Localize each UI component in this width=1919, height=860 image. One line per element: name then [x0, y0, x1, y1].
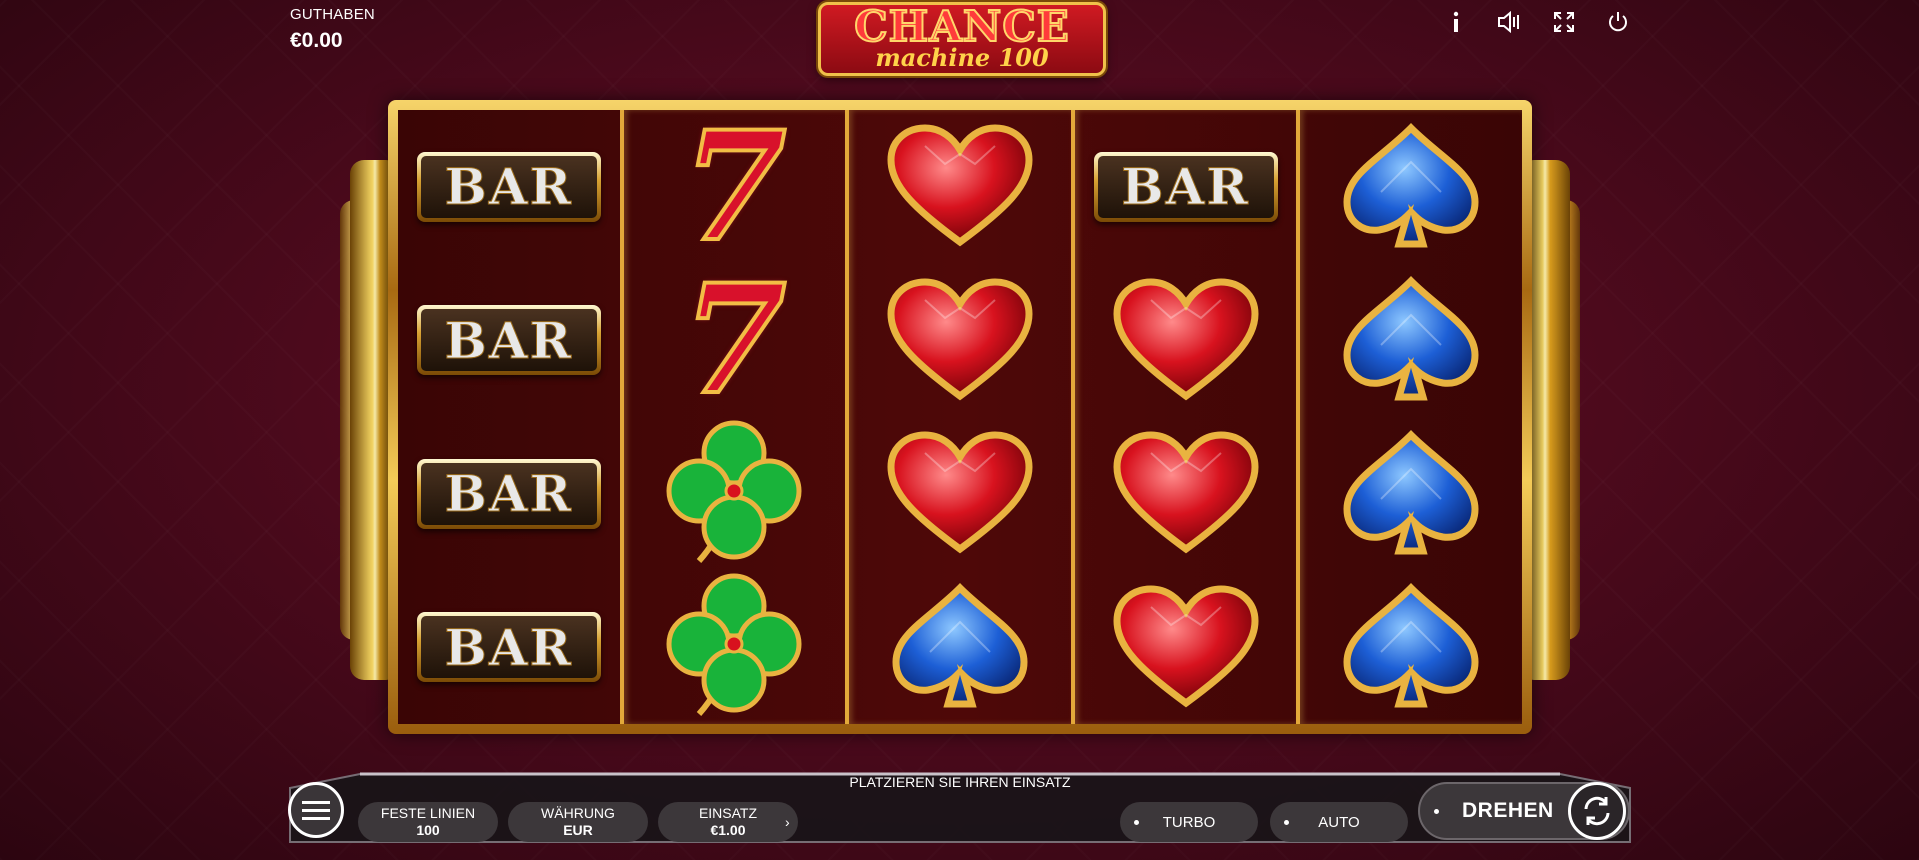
spin-label: DREHEN: [1462, 799, 1554, 822]
currency-panel[interactable]: WÄHRUNG EUR: [508, 802, 648, 842]
reels-area: BAR BAR BAR BAR 7 7 BAR: [398, 110, 1522, 724]
top-toolbar: [1440, 6, 1634, 38]
reel-cell: [1300, 110, 1522, 264]
seven-symbol: 7: [680, 98, 788, 275]
reel-2: 77: [619, 110, 846, 725]
reel-cell: [624, 417, 846, 571]
spade-symbol: [890, 582, 1030, 712]
reel-cell: [1300, 571, 1522, 725]
game-logo: CHANCE machine 100: [818, 2, 1106, 76]
spin-indicator-dot: [1434, 809, 1439, 814]
reel-cell: [849, 417, 1071, 571]
bet-label: EINSATZ: [698, 805, 758, 821]
menu-icon: [302, 801, 330, 820]
fullscreen-icon[interactable]: [1548, 6, 1580, 38]
reel-4: BAR: [1070, 110, 1297, 725]
spin-button[interactable]: DREHEN: [1418, 782, 1630, 840]
reel-cell: BAR: [398, 417, 620, 571]
balance-display: GUTHABEN €0.00: [290, 6, 375, 53]
heart-symbol: [1111, 431, 1261, 556]
bet-value: €1.00: [710, 822, 746, 838]
heart-symbol: [885, 278, 1035, 403]
seven-symbol: 7: [680, 252, 788, 429]
spade-symbol: [1341, 582, 1481, 712]
reel-cell: BAR: [1075, 110, 1297, 264]
logo-title: CHANCE: [853, 2, 1070, 51]
lines-value: 100: [416, 822, 440, 838]
auto-label: AUTO: [1318, 813, 1360, 831]
clover-symbol: [659, 572, 809, 722]
heart-symbol: [1111, 585, 1261, 710]
control-bar: PLATZIEREN SIE IHREN EINSATZ FESTE LINIE…: [280, 770, 1640, 846]
sound-icon[interactable]: [1494, 6, 1526, 38]
reel-cell: BAR: [398, 571, 620, 725]
info-icon[interactable]: [1440, 6, 1472, 38]
lines-panel[interactable]: FESTE LINIEN 100: [358, 802, 498, 842]
reel-cell: BAR: [398, 110, 620, 264]
heart-symbol: [1111, 278, 1261, 403]
bet-panel[interactable]: EINSATZ €1.00: [658, 802, 798, 842]
bar-symbol: BAR: [416, 305, 601, 376]
reel-cell: [849, 110, 1071, 264]
currency-value: EUR: [563, 822, 593, 838]
spade-symbol: [1341, 275, 1481, 405]
heart-symbol: [885, 431, 1035, 556]
turbo-indicator-dot: [1134, 819, 1139, 825]
lines-label: FESTE LINIEN: [380, 805, 476, 821]
balance-value: €0.00: [290, 29, 343, 52]
reel-cell: 7: [624, 252, 846, 429]
power-icon[interactable]: [1602, 6, 1634, 38]
reel-1: BAR BAR BAR BAR: [398, 110, 620, 724]
turbo-label: TURBO: [1162, 813, 1216, 831]
heart-symbol: [885, 124, 1035, 249]
reel-5: [1296, 110, 1522, 724]
spin-circle[interactable]: [1568, 782, 1626, 840]
reel-cell: [1075, 264, 1297, 418]
turbo-button[interactable]: TURBO: [1120, 802, 1258, 842]
spade-symbol: [1341, 429, 1481, 559]
menu-button[interactable]: [288, 782, 344, 838]
bar-symbol: BAR: [1093, 151, 1278, 222]
currency-label: WÄHRUNG: [541, 805, 615, 821]
spade-symbol: [1341, 122, 1481, 252]
reel-cell: [849, 264, 1071, 418]
balance-label: GUTHABEN: [290, 6, 375, 23]
reel-cell: [1300, 264, 1522, 418]
spin-icon: [1584, 796, 1610, 826]
auto-indicator-dot: [1284, 819, 1289, 825]
reel-cell: [1075, 417, 1297, 571]
reel-cell: [1300, 417, 1522, 571]
bar-symbol: BAR: [416, 612, 601, 683]
reel-cell: 7: [624, 110, 846, 264]
reel-cell: [624, 571, 846, 725]
reel-cell: [849, 571, 1071, 725]
reel-cell: BAR: [398, 264, 620, 418]
clover-symbol: [659, 419, 809, 569]
auto-button[interactable]: AUTO: [1270, 802, 1408, 842]
bet-arrow-icon[interactable]: ›: [785, 814, 790, 830]
reel-cell: [1075, 571, 1297, 725]
bar-symbol: BAR: [416, 151, 601, 222]
reel-3: [845, 110, 1071, 724]
bar-symbol: BAR: [416, 458, 601, 529]
